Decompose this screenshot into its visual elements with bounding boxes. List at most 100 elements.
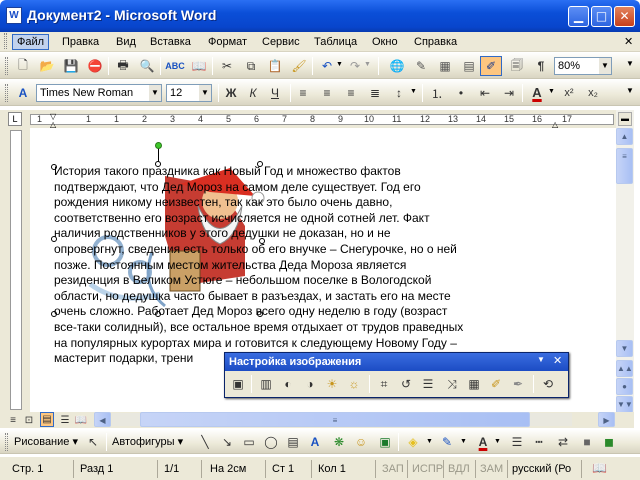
arrow-style-icon[interactable]: ⇄	[554, 433, 572, 451]
new-document-icon[interactable]: 🗋	[14, 57, 32, 75]
redo-dropdown-icon[interactable]: ▼	[364, 61, 371, 68]
insert-picture-icon[interactable]: ▣	[229, 375, 247, 393]
arrow-tool-icon[interactable]: ↘	[218, 433, 236, 451]
line-tool-icon[interactable]: ╲	[196, 433, 214, 451]
font-dropdown-icon[interactable]: ▼	[149, 85, 161, 101]
zoom-dropdown-icon[interactable]: ▼	[599, 58, 611, 74]
previous-page-button[interactable]: ▲▲	[616, 360, 633, 377]
scroll-left-button[interactable]: ◀	[94, 412, 111, 427]
maximize-button[interactable]: □	[591, 6, 612, 27]
insert-table-icon[interactable]: ▦	[436, 57, 454, 75]
vertical-scrollbar[interactable]: ▬ ▲ ≡ ▼ ▲▲ ● ▼▼	[616, 110, 634, 413]
tab-selector-icon[interactable]: L	[8, 112, 22, 126]
toolbar-grip[interactable]	[5, 433, 8, 451]
scroll-right-button[interactable]: ▶	[598, 412, 615, 427]
normal-view-icon[interactable]: ≡	[6, 412, 20, 428]
menu-close-document-icon[interactable]: ✕	[624, 35, 633, 48]
crop-icon[interactable]: ⌗	[375, 375, 393, 393]
vertical-ruler-strip[interactable]	[10, 130, 22, 410]
line-style-icon[interactable]: ☰	[419, 375, 437, 393]
redo-icon[interactable]: ↷	[346, 57, 364, 75]
minimize-button[interactable]: ▁	[568, 6, 589, 27]
zoom-select[interactable]: 80% ▼	[554, 57, 612, 75]
picture-toolbar-title[interactable]: Настройка изображения	[225, 353, 568, 371]
italic-button[interactable]: К	[244, 84, 262, 102]
toolbar-grip[interactable]	[5, 57, 8, 75]
oval-tool-icon[interactable]: ◯	[262, 433, 280, 451]
draw-menu-button[interactable]: Рисование ▾	[14, 435, 78, 448]
shadow-style-icon[interactable]: ■	[578, 433, 596, 451]
outline-view-icon[interactable]: ☰	[58, 412, 72, 428]
line-style-icon[interactable]: ☰	[508, 433, 526, 451]
dash-style-icon[interactable]: ┅	[530, 433, 548, 451]
status-ovr[interactable]: ЗАМ	[478, 460, 508, 478]
picture-toolbar[interactable]: Настройка изображения ▼ ✕ ▣ ▥ ◐ ◑ ☀ ☼ ⌗ …	[224, 352, 569, 398]
subscript-icon[interactable]: x₂	[584, 84, 602, 102]
horizontal-scrollbar[interactable]: ≡ ⊡ ▤ ☰ 📖 ◀ ≡ ▶	[0, 412, 634, 428]
hyperlink-icon[interactable]: 🌐	[388, 57, 406, 75]
less-brightness-icon[interactable]: ☼	[345, 375, 363, 393]
next-page-button[interactable]: ▼▼	[616, 396, 633, 413]
horizontal-scroll-thumb[interactable]: ≡	[140, 412, 530, 427]
underline-button[interactable]: Ч	[266, 84, 284, 102]
undo-icon[interactable]: ↶	[318, 57, 336, 75]
show-formatting-icon[interactable]: ¶	[532, 57, 550, 75]
scroll-down-button[interactable]: ▼	[616, 340, 633, 357]
print-preview-icon[interactable]: 🔍	[138, 57, 156, 75]
menubar-grip[interactable]	[4, 33, 7, 49]
font-color-dropdown-icon[interactable]: ▼	[548, 88, 555, 95]
horizontal-ruler[interactable]: L ▽ △ △ 1 1 1 2 3 4 5 6 7 8 9 10 11 12 1…	[0, 110, 616, 129]
wordart-icon[interactable]: A	[306, 433, 324, 451]
line-spacing-dropdown-icon[interactable]: ▼	[410, 88, 417, 95]
status-language[interactable]: русский (Ро	[510, 460, 582, 478]
text-box-icon[interactable]: ▤	[284, 433, 302, 451]
word-app-icon[interactable]: W	[6, 7, 22, 24]
fill-color-icon[interactable]: ◈	[404, 433, 422, 451]
copy-icon[interactable]: ⧉	[242, 57, 260, 75]
print-icon[interactable]: 🖶	[114, 57, 132, 75]
superscript-icon[interactable]: x²	[560, 84, 578, 102]
bullets-icon[interactable]: •	[452, 84, 470, 102]
save-icon[interactable]: 💾	[62, 57, 80, 75]
font-color-draw-icon[interactable]: A	[474, 433, 492, 451]
menu-view[interactable]: Вид	[112, 34, 140, 50]
scroll-up-button[interactable]: ▲	[616, 128, 633, 145]
bold-button[interactable]: Ж	[222, 84, 240, 102]
close-button[interactable]: ✕	[614, 6, 635, 27]
research-icon[interactable]: 📖	[190, 57, 208, 75]
3d-style-icon[interactable]: ◼	[600, 433, 618, 451]
align-right-icon[interactable]: ≡	[342, 84, 360, 102]
less-contrast-icon[interactable]: ◑	[301, 375, 319, 393]
decrease-indent-icon[interactable]: ⇤	[476, 84, 494, 102]
styles-icon[interactable]: A	[14, 84, 32, 102]
menu-tools[interactable]: Сервис	[258, 34, 304, 50]
set-transparent-color-icon[interactable]: ✒	[509, 375, 527, 393]
picture-toolbar-options-icon[interactable]: ▼	[537, 355, 545, 364]
rotate-handle[interactable]	[155, 142, 162, 149]
line-spacing-icon[interactable]: ↕	[390, 84, 408, 102]
numbering-icon[interactable]: ⒈	[428, 84, 446, 102]
paste-icon[interactable]: 📋	[266, 57, 284, 75]
picture-toolbar-close-icon[interactable]: ✕	[553, 354, 562, 367]
ruler-toggle-icon[interactable]: ▬	[618, 112, 632, 126]
select-browse-object-button[interactable]: ●	[616, 378, 633, 395]
drawing-toggle-icon[interactable]: ✐	[480, 56, 502, 76]
format-picture-icon[interactable]: ✐	[487, 375, 505, 393]
font-size-select[interactable]: 12 ▼	[166, 84, 212, 102]
more-contrast-icon[interactable]: ◐	[279, 375, 297, 393]
status-ext[interactable]: ВДЛ	[446, 460, 476, 478]
insert-excel-icon[interactable]: ▤	[460, 57, 478, 75]
autoshapes-menu-button[interactable]: Автофигуры ▾	[112, 435, 183, 448]
font-color-button[interactable]: A	[528, 83, 546, 101]
menu-table[interactable]: Таблица	[310, 34, 361, 50]
line-color-icon[interactable]: ✎	[438, 433, 456, 451]
insert-picture-icon[interactable]: ▣	[376, 433, 394, 451]
font-size-dropdown-icon[interactable]: ▼	[199, 85, 211, 101]
format-painter-icon[interactable]: 🖌	[290, 57, 308, 75]
line-color-dropdown-icon[interactable]: ▼	[460, 438, 467, 445]
permission-icon[interactable]: ⛔	[86, 57, 104, 75]
text-wrapping-icon[interactable]: ▦	[465, 375, 483, 393]
open-folder-icon[interactable]: 📂	[38, 57, 56, 75]
toolbar-grip[interactable]	[5, 84, 8, 102]
document-map-icon[interactable]: 🗐	[508, 57, 526, 75]
